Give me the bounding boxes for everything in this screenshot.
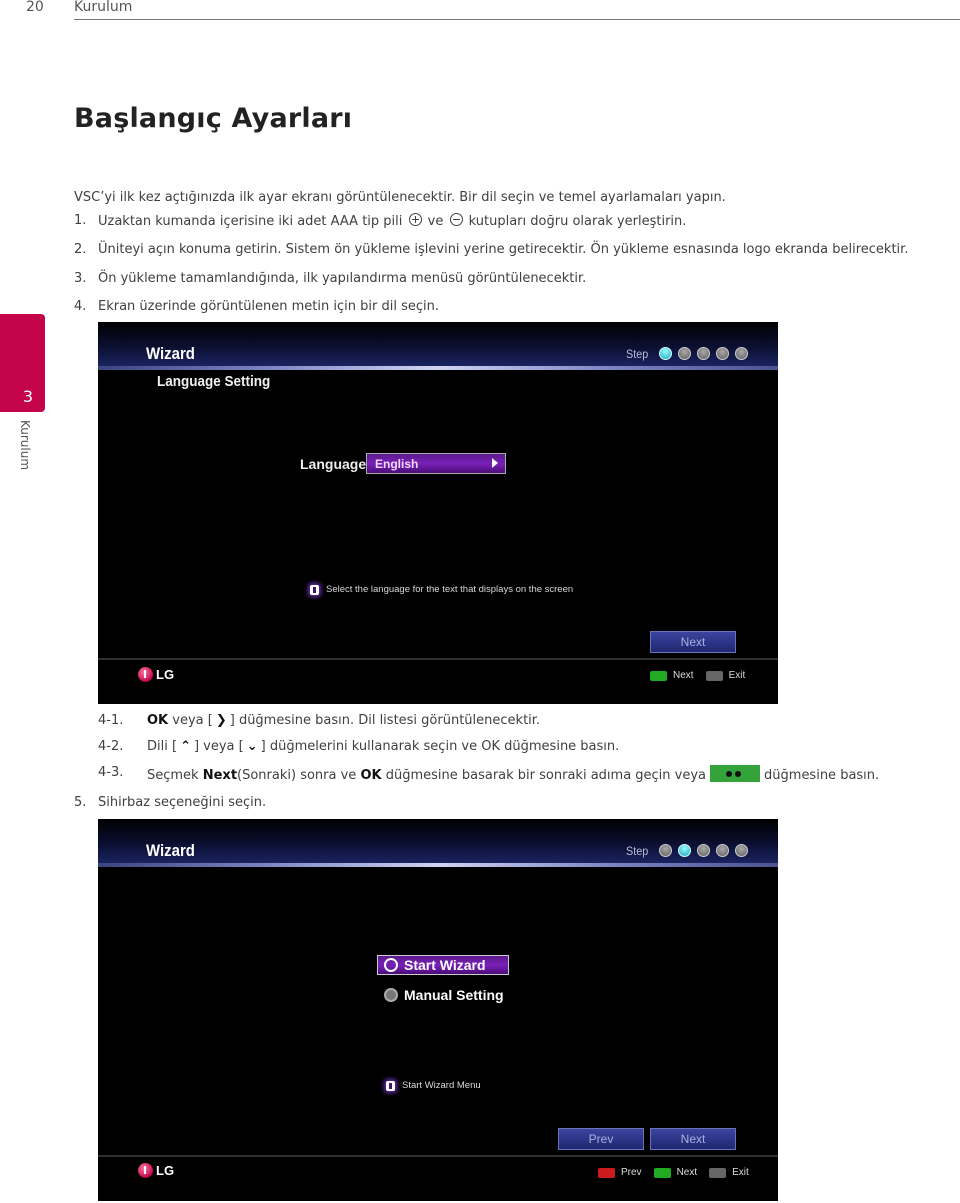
step-dot xyxy=(697,844,710,857)
step-dot xyxy=(735,347,748,360)
language-label: Language xyxy=(300,456,367,472)
header-rule xyxy=(74,19,960,20)
step-dot xyxy=(735,844,748,857)
lg-logo-icon xyxy=(138,667,153,682)
info-icon xyxy=(310,584,319,595)
step-label: Step xyxy=(626,347,649,361)
wizard-title: Wizard xyxy=(146,344,195,363)
option-manual-setting[interactable]: Manual Setting xyxy=(384,987,504,1003)
step-dot xyxy=(659,844,672,857)
page-number: 20 xyxy=(26,0,44,15)
step-dot xyxy=(716,844,729,857)
step-dot xyxy=(697,347,710,360)
info-hint: Start Wizard Menu xyxy=(386,1080,481,1091)
wizard-language-screen: Wizard Step Language Setting Language En… xyxy=(98,322,778,704)
chevron-up-icon: ⌃ xyxy=(180,739,191,754)
step-dot xyxy=(659,347,672,360)
step-indicator xyxy=(659,844,748,857)
key-legend: Prev Next Exit xyxy=(598,1167,749,1178)
next-button[interactable]: Next xyxy=(650,1128,736,1150)
substep-4-1: 4-1. OK veya [❯] düğmesine basın. Dil li… xyxy=(98,713,541,728)
radio-unselected-icon xyxy=(384,988,398,1002)
green-key-icon xyxy=(650,670,667,681)
key-legend: Next Exit xyxy=(650,670,745,681)
info-hint: Select the language for the text that di… xyxy=(310,584,573,595)
step-dot xyxy=(716,347,729,360)
next-button[interactable]: Next xyxy=(650,631,736,653)
substep-4-3: 4-3. Seçmek Next(Sonraki) sonra ve OK dü… xyxy=(98,765,880,783)
minus-terminal-icon xyxy=(449,213,463,226)
chapter-label: Kurulum xyxy=(18,420,32,471)
chevron-right-icon: ❯ xyxy=(215,713,227,728)
info-icon xyxy=(386,1080,395,1091)
back-key-icon xyxy=(705,670,723,681)
green-key-icon xyxy=(653,1167,671,1178)
chapter-number: 3 xyxy=(22,387,33,406)
wizard-start-screen: Wizard Step Start Wizard Manual Setting … xyxy=(98,819,778,1201)
green-button-icon xyxy=(710,765,761,782)
red-key-icon xyxy=(598,1167,615,1178)
step-indicator xyxy=(659,347,748,360)
lg-logo: LG xyxy=(138,667,174,682)
prev-button[interactable]: Prev xyxy=(558,1128,644,1150)
radio-selected-icon xyxy=(384,958,398,972)
screen-subtitle: Language Setting xyxy=(157,373,271,390)
page-title: Başlangıç Ayarları xyxy=(74,103,353,134)
chapter-tab: 3 xyxy=(0,314,45,412)
step-label: Step xyxy=(626,844,649,858)
lg-logo: LG xyxy=(138,1163,174,1178)
wizard-title: Wizard xyxy=(146,841,195,860)
lg-logo-icon xyxy=(138,1163,153,1178)
section-header: Kurulum xyxy=(74,0,133,15)
arrow-right-icon xyxy=(492,458,498,468)
back-key-icon xyxy=(709,1167,727,1178)
chevron-down-icon: ⌄ xyxy=(246,739,258,754)
step-dot xyxy=(678,347,691,360)
substep-4-2: 4-2. Dili [⌃] veya [⌄] düğmelerini kulla… xyxy=(98,739,620,754)
option-start-wizard[interactable]: Start Wizard xyxy=(377,955,509,975)
plus-terminal-icon xyxy=(408,213,422,226)
language-select[interactable]: English xyxy=(366,453,506,474)
intro-text: VSC’yi ilk kez açtığınızda ilk ayar ekra… xyxy=(74,190,726,205)
step-dot xyxy=(678,844,691,857)
